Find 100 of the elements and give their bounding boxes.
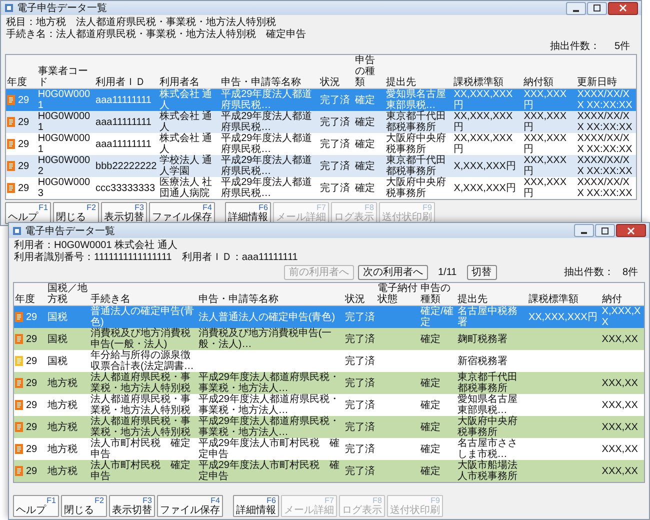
count-label: 抽出件数： xyxy=(564,266,614,278)
function-key-button[interactable]: F6 詳細情報 xyxy=(233,495,279,517)
close-button[interactable] xyxy=(616,224,646,237)
table-cell-text: XXX,XX xyxy=(602,400,639,410)
navigation-button[interactable]: 次の利用者へ xyxy=(358,265,428,280)
function-key-button[interactable]: F6 詳細情報 xyxy=(225,202,271,224)
column-header[interactable]: 申告の種類 xyxy=(420,283,456,305)
window-icon xyxy=(12,226,22,236)
table-cell-text: 平成29年度法人都道府県民税・事業税・地方法人… xyxy=(198,416,340,438)
column-header[interactable]: 電子納付状態 xyxy=(377,283,419,305)
maximize-button[interactable] xyxy=(587,2,607,14)
table-cell-text: X,XXX,XXX円 xyxy=(454,182,517,194)
table-cell-text: XX,XXX,XXX円 xyxy=(528,312,598,322)
switch-button[interactable]: 切替 xyxy=(466,265,497,280)
column-header[interactable]: 申告の種類 xyxy=(354,55,384,88)
table-cell: 完了済 xyxy=(345,444,376,454)
table-cell-text: 確定 xyxy=(354,182,376,194)
window-icon xyxy=(4,3,14,13)
count-value: 8件 xyxy=(621,266,638,278)
table-cell-text: 普通法人の確定申告(青色) xyxy=(90,306,195,328)
table-cell: 29 xyxy=(26,444,38,454)
table-cell-text: ccc33333333 xyxy=(96,182,156,194)
table-cell-text: 法人都道府県民税・事業税・地方法人特別税 xyxy=(90,372,192,394)
table-cell-text: 平成29年度法人市町村民税 確定申告 xyxy=(198,460,340,482)
table-cell-text: 愛知県名古屋東部県税… xyxy=(386,89,447,111)
table-cell-text: 大阪市船場法人市税事務所 xyxy=(457,460,518,482)
table-row[interactable]: 29 国税 消費税及び地方消費税申告(一般・法人) 消費税及び地方消費税申告(一般・法人)… 完了済 確定 麹町税務署 XXX,XX xyxy=(14,328,644,350)
table-cell-text: 確定 xyxy=(354,160,376,172)
table-cell: 29 xyxy=(18,160,30,172)
table-cell-text: 確定 xyxy=(420,422,442,432)
function-key-button[interactable]: F3 表示切替 xyxy=(101,202,147,224)
table-cell-text: 平成29年度法人市町村民税 確定申告 xyxy=(198,438,340,460)
maximize-icon xyxy=(593,4,601,12)
table-cell: bbb22222222 xyxy=(96,160,158,172)
table-cell-text: aaa11111111 xyxy=(96,116,152,128)
table-cell-text: XX,XXX,XXX円 xyxy=(454,111,514,133)
table-cell-text: 平成29年度法人都道府県民税・事業税・地方法人… xyxy=(198,372,340,394)
minimize-button[interactable] xyxy=(566,2,586,14)
table-cell-text: XXX,XXX円 xyxy=(524,177,568,199)
table-cell-text: 新宿税務署 xyxy=(457,356,508,366)
table-cell-text: 平成29年度法人都道府県民税… xyxy=(221,177,314,199)
table-cell-text: 完了済 xyxy=(320,94,351,106)
table-cell-text: 地方税 xyxy=(47,466,78,476)
close-icon xyxy=(619,4,627,12)
maximize-button[interactable] xyxy=(595,224,615,237)
function-key-button[interactable]: F4 ファイル保存 xyxy=(149,202,215,224)
function-key-button[interactable]: F1 ヘルプ xyxy=(5,202,51,224)
table-cell-text: XXXX/XX/XX XX:XX:XX xyxy=(577,111,634,133)
table-cell-text: XXX,XX xyxy=(602,422,639,432)
table-cell-text: 地方税 xyxy=(47,378,78,388)
table-cell-text: XX,XXX,XXX円 xyxy=(454,89,514,111)
column-header[interactable]: 国税／地方税 xyxy=(47,283,88,305)
table-cell: 完了済 xyxy=(345,466,376,476)
table-cell-text: 法人普通法人の確定申告(青色) xyxy=(198,312,336,322)
window-title: 電子申告データ一覧 xyxy=(25,224,115,238)
table-cell-text: 平成29年度法人都道府県民税… xyxy=(221,89,314,111)
table-cell-text: 平成29年度法人都道府県民税… xyxy=(221,155,314,177)
table-cell: 29 xyxy=(26,400,38,410)
table-cell: 完了済 xyxy=(345,334,376,344)
function-key-button[interactable]: F2 閉じる xyxy=(53,202,99,224)
table-cell-text: 消費税及び地方消費税申告(一般・法人) xyxy=(90,328,192,350)
function-key-button[interactable]: F4 ファイル保存 xyxy=(157,495,223,517)
table-cell-text: aaa11111111 xyxy=(96,138,152,150)
table-cell-text: 完了済 xyxy=(320,116,351,128)
table-cell-text: XXX,XXX円 xyxy=(524,155,568,177)
minimize-icon xyxy=(581,232,587,234)
table-cell-text: X,XXX,XXX円 xyxy=(454,160,517,172)
table-cell: 29 xyxy=(26,422,38,432)
window-title: 電子申告データ一覧 xyxy=(17,2,107,15)
table-cell-text: 株式会社 通人 xyxy=(159,111,214,133)
table-cell-text: 完了済 xyxy=(320,182,351,194)
table-cell-text: H0G0W0001 xyxy=(38,133,92,155)
function-key-button[interactable]: F1 ヘルプ xyxy=(13,495,59,517)
table-cell-text: 学校法人 通人学園 xyxy=(159,155,214,177)
table-cell-text: 平成29年度法人都道府県民税… xyxy=(221,111,314,133)
table-cell-text: 東京都千代田都税事務所 xyxy=(386,155,447,177)
table-cell: 29 xyxy=(18,116,30,128)
table-cell-text: 確定 xyxy=(354,138,376,150)
table-cell-text: 法人市町村民税 確定申告 xyxy=(90,438,192,460)
table-cell: 29 xyxy=(26,378,38,388)
table-cell: 完了済 xyxy=(345,378,376,388)
table-cell-text: 大阪府中央府税事務所 xyxy=(386,133,447,155)
count-value: 5件 xyxy=(613,41,630,53)
close-button[interactable] xyxy=(608,2,638,14)
function-key-button[interactable]: F3 表示切替 xyxy=(109,495,155,517)
table-cell: 29 xyxy=(26,356,38,366)
table-row[interactable]: 29 国税 年分給与所得の源泉徴収票合計表(法定調書… 完了済 新宿税務署 xyxy=(14,350,644,372)
info-text: 利用者：H0G0W0001 株式会社 通人 xyxy=(14,240,178,251)
function-key-button[interactable]: F2 閉じる xyxy=(61,495,107,517)
table-cell-text: 医療法人 社団通人病院 xyxy=(159,177,214,199)
table-cell-text: 確定 xyxy=(354,94,376,106)
minimize-button[interactable] xyxy=(574,224,594,237)
info-text: 手続き名：法人都道府県民税・事業税・地方法人特別税 確定申告 xyxy=(6,29,306,40)
page-indicator: 1/11 xyxy=(437,266,458,278)
minimize-icon xyxy=(573,10,579,12)
table-cell-text: H0G0W0002 xyxy=(38,155,92,177)
table-cell-text: 麹町税務署 xyxy=(457,334,508,344)
table-cell-text: 東京都千代田都税事務所 xyxy=(386,111,447,133)
table-cell: 完了済 xyxy=(345,356,376,366)
table-cell-text: XX,XXX,XXX円 xyxy=(454,133,514,155)
